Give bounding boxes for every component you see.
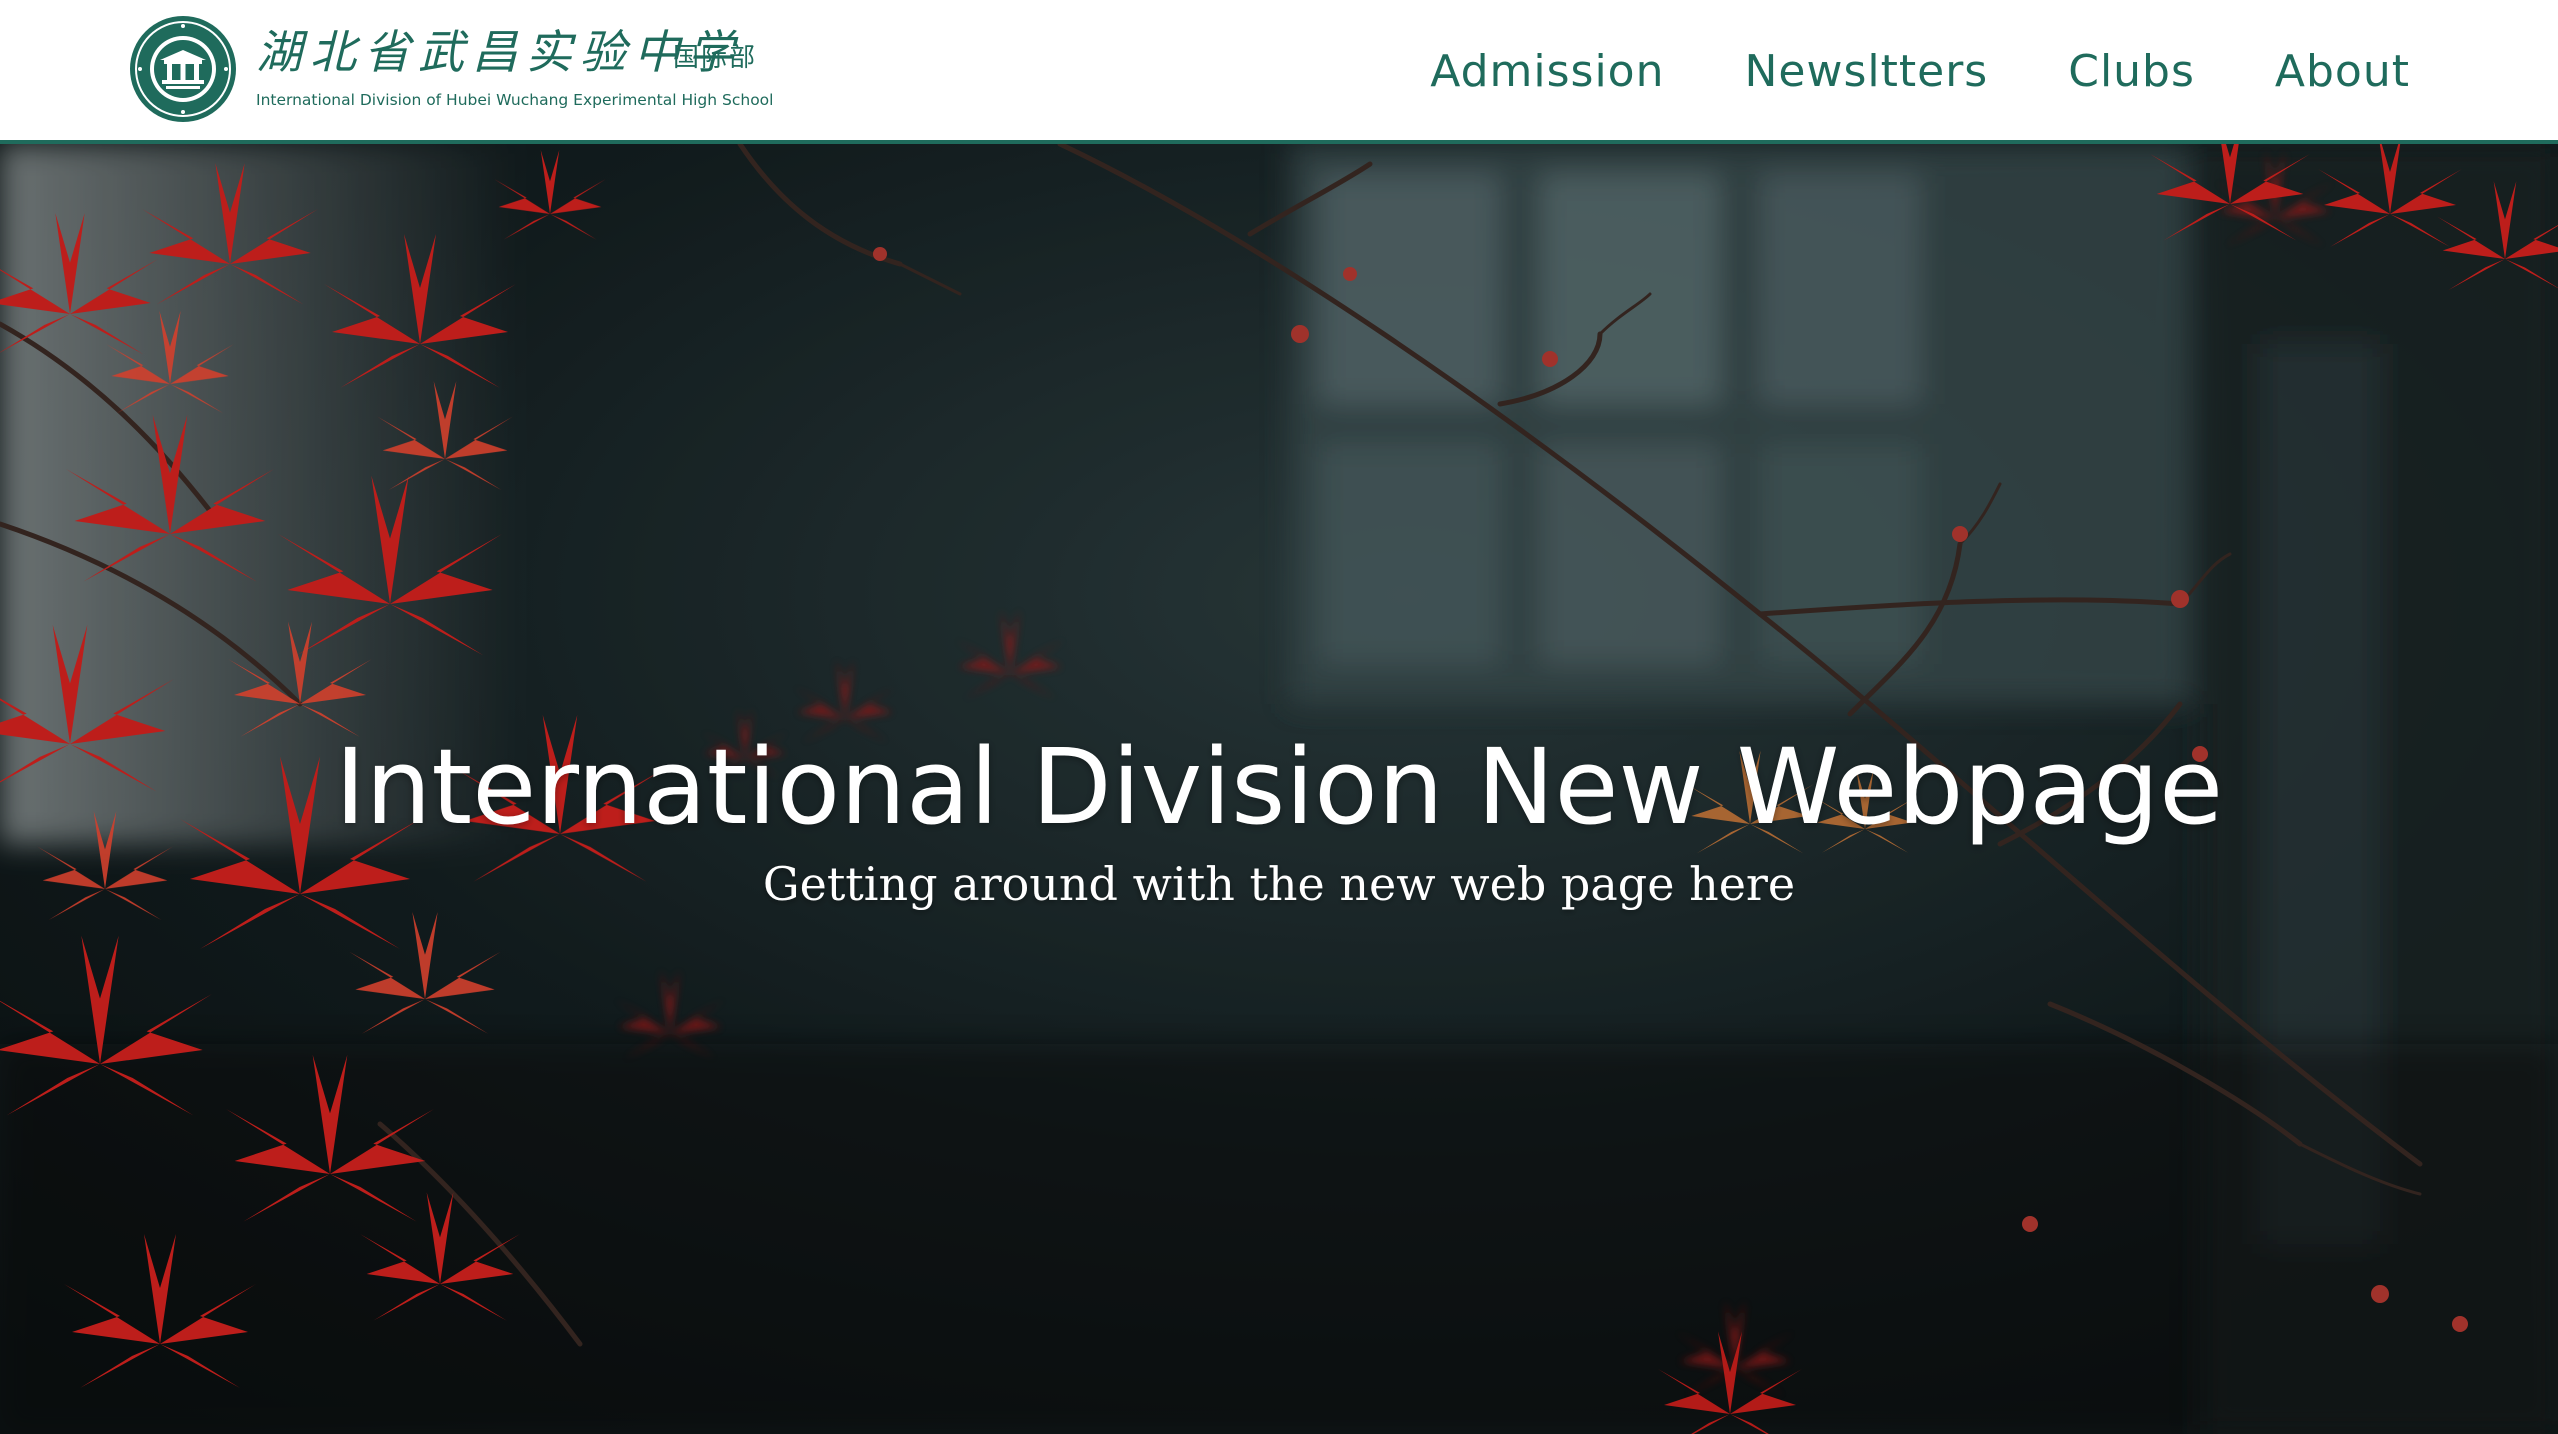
logo-chinese-name: 湖北省武昌实验中学 [256,25,742,79]
nav-link-clubs[interactable]: Clubs [2068,42,2195,102]
site-header: 湖北省武昌实验中学 国际部 International Division of … [0,0,2558,144]
hero-title: International Division New Webpage [334,726,2224,848]
logo-chinese-tag: 国际部 [673,43,758,73]
school-seal-icon [130,16,236,122]
hero-banner: International Division New Webpage Getti… [0,144,2558,1434]
nav-link-newsletters[interactable]: Newsltters [1745,42,1989,102]
logo-english-name: International Division of Hubei Wuchang … [256,91,774,109]
site-logo-link[interactable]: 湖北省武昌实验中学 国际部 International Division of … [128,14,788,126]
nav-link-about[interactable]: About [2275,42,2410,102]
main-nav: Admission Newsltters Clubs About [1430,0,2410,144]
hero-subtitle: Getting around with the new web page her… [762,857,1796,911]
hero-text-block: International Division New Webpage Getti… [0,722,2558,912]
nav-link-admission[interactable]: Admission [1430,42,1664,102]
